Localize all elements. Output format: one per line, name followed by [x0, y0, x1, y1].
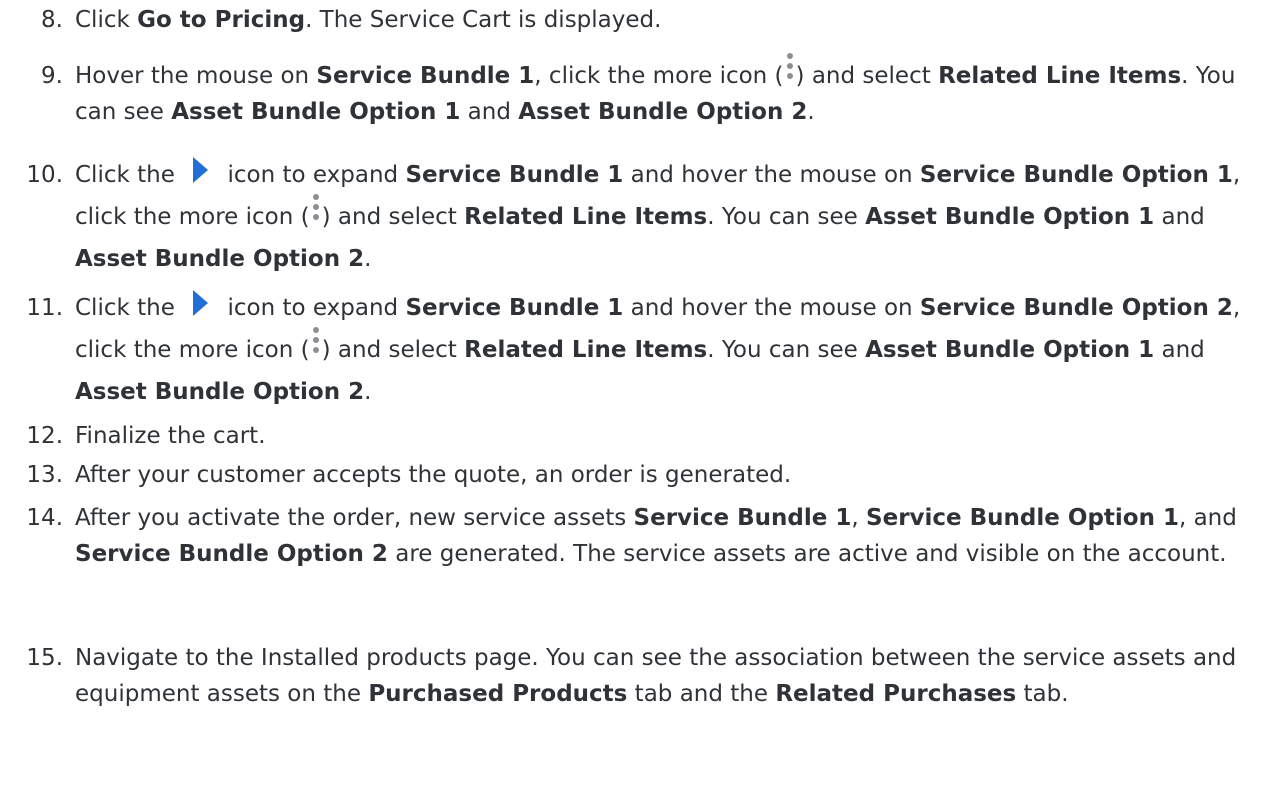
step-number: 9. — [41, 63, 63, 89]
step-text: Click the icon to expand Service Bundle … — [75, 154, 1245, 280]
ui-term: Service Bundle Option 2 — [75, 541, 388, 567]
step-number: 8. — [41, 7, 63, 33]
step-text-run: ) and select — [321, 204, 465, 230]
step-number: 12. — [26, 423, 63, 449]
step-text-run: ) and select — [321, 337, 465, 363]
step-text: Navigate to the Installed products page.… — [75, 640, 1245, 712]
step-text: Click the icon to expand Service Bundle … — [75, 287, 1245, 413]
step-text: Click Go to Pricing. The Service Cart is… — [75, 2, 1245, 38]
step-text: Finalize the cart. — [75, 418, 1245, 454]
step-text-run: and — [1154, 337, 1205, 363]
step-text: After you activate the order, new servic… — [75, 500, 1245, 572]
step-text-run: . — [364, 379, 372, 405]
ui-term: Related Line Items — [938, 63, 1182, 89]
step-text-run: Click the — [75, 295, 183, 321]
step-number: 15. — [26, 645, 63, 671]
step-text-run: and — [460, 99, 519, 125]
step-number: 10. — [26, 162, 63, 188]
ui-term: Go to Pricing — [137, 7, 306, 33]
step-text-run: , and — [1178, 505, 1237, 531]
step-text-run: Hover the mouse on — [75, 63, 317, 89]
step-text-run: and hover the mouse on — [623, 162, 920, 188]
step-text-run: , click the more icon ( — [534, 63, 784, 89]
step-text-run: Click — [75, 7, 138, 33]
ui-term: Asset Bundle Option 2 — [518, 99, 808, 125]
step-text-run: , — [851, 505, 867, 531]
ui-term: Purchased Products — [368, 681, 628, 707]
step-text-run: ) and select — [795, 63, 939, 89]
step-text-run: . The Service Cart is displayed. — [305, 7, 662, 33]
step-text-run: Click the — [75, 162, 183, 188]
step-text-run: tab and the — [627, 681, 776, 707]
ui-term: Service Bundle 1 — [405, 162, 624, 188]
step-text-run: . — [364, 246, 372, 272]
step-text-run: tab. — [1016, 681, 1069, 707]
more-vertical-icon — [311, 327, 321, 361]
step-text-run: . — [807, 99, 815, 125]
ui-term: Asset Bundle Option 1 — [865, 204, 1155, 230]
ui-term: Service Bundle Option 1 — [919, 162, 1233, 188]
step-text-run: icon to expand — [220, 295, 406, 321]
step-text-run: . You can see — [707, 204, 866, 230]
step-text-run: are generated. The service assets are ac… — [387, 541, 1227, 567]
ui-term: Service Bundle 1 — [316, 63, 535, 89]
ui-term: Asset Bundle Option 1 — [865, 337, 1155, 363]
ui-term: Asset Bundle Option 1 — [171, 99, 461, 125]
step-number: 13. — [26, 462, 63, 488]
ui-term: Service Bundle 1 — [633, 505, 852, 531]
ui-term: Asset Bundle Option 2 — [75, 379, 365, 405]
ui-term: Service Bundle 1 — [405, 295, 624, 321]
step-text-run: and — [1154, 204, 1205, 230]
step-text-run: . You can see — [707, 337, 866, 363]
step-number: 11. — [26, 295, 63, 321]
step-number: 14. — [26, 505, 63, 531]
step-text: Hover the mouse on Service Bundle 1, cli… — [75, 53, 1245, 130]
more-vertical-icon — [311, 194, 321, 228]
step-text-run: and hover the mouse on — [623, 295, 920, 321]
ui-term: Related Line Items — [464, 204, 708, 230]
step-text-run: After your customer accepts the quote, a… — [75, 462, 792, 488]
ui-term: Service Bundle Option 2 — [919, 295, 1233, 321]
step-text-run: icon to expand — [220, 162, 406, 188]
ui-term: Related Line Items — [464, 337, 708, 363]
expand-arrow-icon — [184, 287, 214, 317]
ui-term: Related Purchases — [775, 681, 1017, 707]
more-vertical-icon — [785, 53, 795, 87]
ui-term: Service Bundle Option 1 — [866, 505, 1179, 531]
step-text: After your customer accepts the quote, a… — [75, 457, 1245, 493]
step-text-run: After you activate the order, new servic… — [75, 505, 634, 531]
ui-term: Asset Bundle Option 2 — [75, 246, 365, 272]
step-text-run: Finalize the cart. — [75, 423, 266, 449]
expand-arrow-icon — [184, 154, 214, 184]
